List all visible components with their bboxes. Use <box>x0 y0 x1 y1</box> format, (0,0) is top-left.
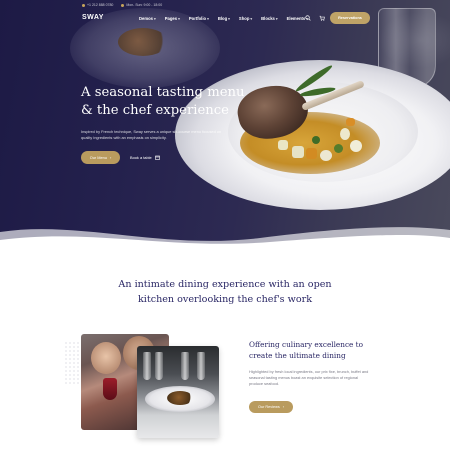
phone-icon <box>82 3 85 7</box>
menu-item-demos[interactable]: Demos ▾ <box>139 16 156 21</box>
site-logo[interactable]: SWAY <box>82 14 104 21</box>
clock-icon <box>121 3 125 7</box>
book-table-button[interactable]: Book a table <box>130 151 160 164</box>
cart-icon[interactable] <box>319 15 325 21</box>
chevron-down-icon: ▾ <box>250 16 253 21</box>
menu-item-blocks[interactable]: Blocks ▾ <box>261 16 278 21</box>
chevron-down-icon: ▾ <box>275 16 278 21</box>
our-menu-label: Our Menu <box>89 155 107 160</box>
hero-description: Inspired by French technique, Sway serve… <box>81 129 222 140</box>
top-navigation: +1 212 888 0780 Mon- Sun: 9:00 - 18:00 S… <box>0 0 450 34</box>
chevron-down-icon: ▾ <box>228 16 230 21</box>
hero-title: A seasonal tasting menu & the chef exper… <box>81 85 245 118</box>
reservations-button[interactable]: Reservations <box>330 12 370 24</box>
calendar-icon <box>154 155 160 160</box>
chevron-down-icon: ▾ <box>153 16 156 21</box>
our-reviews-button[interactable]: Our Reviews › <box>249 401 293 413</box>
main-menu: Demos ▾ Pages ▾ Portfolio ▾ Blog ▾ Shop ▾ Blocks ▾ E… <box>139 16 308 21</box>
book-table-label: Book a table <box>130 155 152 160</box>
chevron-down-icon: ▾ <box>207 16 209 21</box>
arrow-right-icon: › <box>110 155 112 160</box>
feature-body: Highlighted by fresh local ingredients, … <box>249 369 369 386</box>
our-menu-button[interactable]: Our Menu › <box>81 151 120 164</box>
hero-section <box>0 0 450 250</box>
nav-icons <box>305 15 325 21</box>
menu-item-shop[interactable]: Shop ▾ <box>239 16 252 21</box>
menu-item-pages[interactable]: Pages ▾ <box>165 16 180 21</box>
our-reviews-label: Our Reviews <box>258 405 280 409</box>
hero-wave-divider <box>0 227 450 250</box>
arrow-right-icon: › <box>282 405 284 409</box>
menu-item-portfolio[interactable]: Portfolio ▾ <box>189 16 209 21</box>
chevron-down-icon: ▾ <box>178 16 180 21</box>
dish-photo <box>137 346 219 438</box>
feature-heading: Offering culinary excellence to create t… <box>249 340 364 360</box>
search-icon[interactable] <box>305 15 311 21</box>
phone-info[interactable]: +1 212 888 0780 <box>82 3 113 7</box>
intro-heading: An intimate dining experience with an op… <box>118 279 332 305</box>
menu-item-blog[interactable]: Blog ▾ <box>218 16 230 21</box>
top-info-bar: +1 212 888 0780 Mon- Sun: 9:00 - 18:00 <box>82 3 162 7</box>
hours-info: Mon- Sun: 9:00 - 18:00 <box>121 3 162 7</box>
